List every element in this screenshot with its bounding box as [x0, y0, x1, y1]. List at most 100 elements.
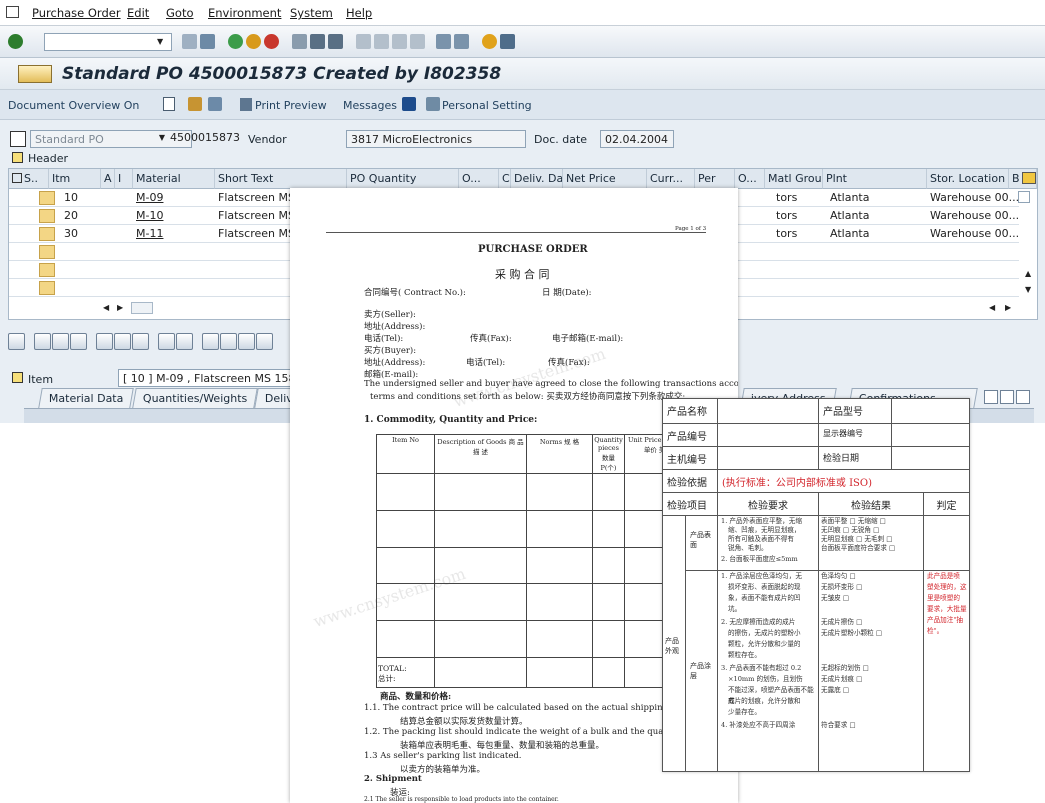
- exit-icon[interactable]: [246, 34, 261, 49]
- scroll-left-icon[interactable]: ◀: [103, 303, 109, 312]
- document-type-select[interactable]: Standard PO ▼: [30, 130, 192, 148]
- dropdown-icon[interactable]: ▼: [159, 133, 165, 142]
- menu-help[interactable]: Help: [346, 6, 372, 20]
- col-matl-group[interactable]: Matl Group: [765, 169, 823, 189]
- delete-icon[interactable]: [96, 333, 113, 350]
- lock-icon[interactable]: [114, 333, 131, 350]
- column-config-icon[interactable]: [1021, 172, 1036, 184]
- unlock-icon[interactable]: [132, 333, 149, 350]
- vendor-field[interactable]: 3817 MicroElectronics: [346, 130, 526, 148]
- scroll-down-icon[interactable]: ▼: [1025, 285, 1031, 294]
- sort-asc-icon[interactable]: [202, 333, 219, 350]
- window-icon[interactable]: [6, 6, 19, 18]
- col-material[interactable]: Material: [133, 169, 215, 189]
- expand-item-icon[interactable]: [12, 372, 23, 383]
- command-field[interactable]: [44, 33, 172, 51]
- tab-material-data[interactable]: Material Data: [38, 388, 135, 408]
- material-link[interactable]: M-11: [133, 225, 166, 243]
- doc-date-field[interactable]: 02.04.2004: [600, 130, 674, 148]
- last-page-icon[interactable]: [410, 34, 425, 49]
- menu-environment[interactable]: Environment: [208, 6, 281, 20]
- col-c[interactable]: C: [499, 169, 511, 189]
- find-icon[interactable]: [310, 34, 325, 49]
- document-overview-button[interactable]: Document Overview On: [8, 99, 139, 112]
- row-selector[interactable]: [39, 227, 55, 241]
- col-per[interactable]: Per: [695, 169, 735, 189]
- sort-desc-icon[interactable]: [220, 333, 237, 350]
- col-short-text[interactable]: Short Text: [215, 169, 347, 189]
- row-selector[interactable]: [39, 245, 55, 259]
- tab-prev-icon[interactable]: [984, 390, 998, 404]
- menu-goto[interactable]: Goto: [166, 6, 194, 20]
- scroll-right-icon[interactable]: ▶: [117, 303, 123, 312]
- sum-icon[interactable]: [256, 333, 273, 350]
- info-icon[interactable]: [402, 97, 416, 111]
- other-document-icon[interactable]: [208, 97, 222, 111]
- help-icon[interactable]: [482, 34, 497, 49]
- row-selector[interactable]: [39, 209, 55, 223]
- command-dropdown-icon[interactable]: ▼: [157, 37, 163, 46]
- row-selector[interactable]: [39, 263, 55, 277]
- select-all-icon[interactable]: [34, 333, 51, 350]
- col-s[interactable]: S..: [9, 169, 49, 189]
- copy-icon[interactable]: [158, 333, 175, 350]
- personal-setting-icon[interactable]: [426, 97, 440, 111]
- shortcut-icon[interactable]: [454, 34, 469, 49]
- col-deliv-date[interactable]: Deliv. Date: [511, 169, 563, 189]
- scroll-left-icon-right[interactable]: ◀: [989, 303, 995, 312]
- cancel-icon[interactable]: [264, 34, 279, 49]
- scroll-right-icon-right[interactable]: ▶: [1005, 303, 1011, 312]
- tab-quantities-weights[interactable]: Quantities/Weights: [132, 388, 259, 408]
- col-b[interactable]: B: [1009, 169, 1037, 189]
- material-link[interactable]: M-10: [133, 207, 166, 225]
- col-net-price[interactable]: Net Price: [563, 169, 647, 189]
- col-currency[interactable]: Curr...: [647, 169, 695, 189]
- enter-icon[interactable]: [8, 34, 23, 49]
- back-icon[interactable]: [228, 34, 243, 49]
- back-arrow-icon[interactable]: [182, 34, 197, 49]
- po-type-icon[interactable]: [18, 65, 52, 83]
- messages-button[interactable]: Messages: [343, 99, 397, 112]
- col-itm[interactable]: Itm: [49, 169, 101, 189]
- col-stor-location[interactable]: Stor. Location: [927, 169, 1009, 189]
- select-block-icon[interactable]: [70, 333, 87, 350]
- menu-edit[interactable]: Edit: [127, 6, 149, 20]
- row-checkbox[interactable]: [1018, 191, 1030, 203]
- menu-purchase-order[interactable]: Purchase Order: [32, 6, 121, 20]
- item-select[interactable]: [ 10 ] M-09 , Flatscreen MS 1585: [118, 369, 298, 387]
- new-document-icon[interactable]: [163, 97, 175, 111]
- deselect-all-icon[interactable]: [52, 333, 69, 350]
- new-session-icon[interactable]: [436, 34, 451, 49]
- personal-setting-button[interactable]: Personal Setting: [442, 99, 532, 112]
- find-next-icon[interactable]: [328, 34, 343, 49]
- print-preview-button[interactable]: Print Preview: [255, 99, 327, 112]
- row-selector[interactable]: [39, 191, 55, 205]
- details-icon[interactable]: [8, 333, 25, 350]
- next-page-icon[interactable]: [392, 34, 407, 49]
- paste-icon[interactable]: [176, 333, 193, 350]
- prev-page-icon[interactable]: [374, 34, 389, 49]
- col-a[interactable]: A: [101, 169, 115, 189]
- material-link[interactable]: M-09: [133, 189, 166, 207]
- tab-next-icon[interactable]: [1000, 390, 1014, 404]
- print-preview-icon[interactable]: [240, 98, 252, 111]
- scroll-up-icon[interactable]: ▲: [1025, 269, 1031, 278]
- first-page-icon[interactable]: [356, 34, 371, 49]
- col-order-unit[interactable]: O...: [459, 169, 499, 189]
- col-plant[interactable]: Plnt: [823, 169, 927, 189]
- col-i[interactable]: I: [115, 169, 133, 189]
- row-selector[interactable]: [39, 281, 55, 295]
- table-settings-icon[interactable]: [12, 173, 22, 183]
- layout-menu-icon[interactable]: [500, 34, 515, 49]
- print-icon[interactable]: [292, 34, 307, 49]
- product-model-value: [891, 398, 970, 424]
- filter-icon[interactable]: [238, 333, 255, 350]
- tab-list-icon[interactable]: [1016, 390, 1030, 404]
- horizontal-scrollbar[interactable]: [131, 302, 153, 314]
- col-order-unit-2[interactable]: O...: [735, 169, 765, 189]
- expand-header-icon[interactable]: [12, 152, 23, 163]
- edit-display-icon[interactable]: [188, 97, 202, 111]
- col-po-quantity[interactable]: PO Quantity: [347, 169, 459, 189]
- save-icon[interactable]: [200, 34, 215, 49]
- menu-system[interactable]: System: [290, 6, 333, 20]
